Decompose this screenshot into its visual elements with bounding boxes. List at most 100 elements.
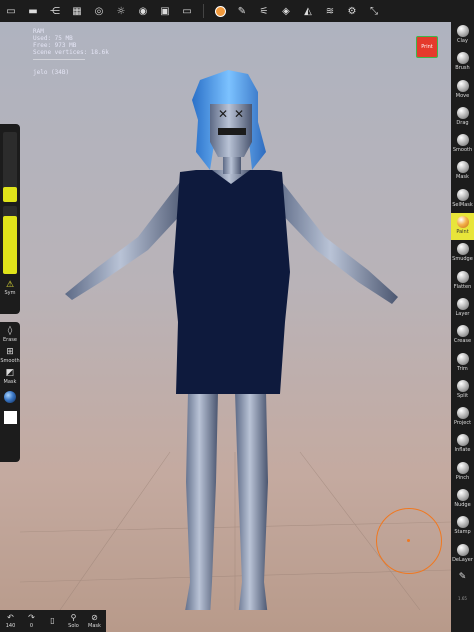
tool-label: Split (456, 392, 469, 399)
tool-selmask[interactable]: SelMask (451, 186, 474, 213)
hide-mask-button[interactable]: ⊘ Mask (84, 613, 105, 629)
matcap-sphere-icon[interactable] (4, 391, 16, 403)
scene-tree-icon[interactable]: ⋲ (45, 1, 65, 21)
solo-button[interactable]: ⚲ Solo (63, 613, 84, 629)
tool-label: Drag (456, 119, 469, 126)
tool-mask[interactable]: Mask (451, 158, 474, 185)
symmetry-icon: ⚠ (5, 280, 15, 290)
symmetry-toggle[interactable]: ⚠ Sym (0, 280, 20, 296)
orange-dot-icon[interactable] (210, 1, 230, 21)
camera-icon[interactable]: ▭ (177, 1, 197, 21)
mask-toggle[interactable]: ◩ Mask (0, 368, 20, 385)
tool-label: Layer (455, 310, 470, 317)
nudge-icon (456, 489, 469, 502)
undo-icon: ↶ (7, 613, 14, 622)
tool-inflate[interactable]: Inflate (451, 431, 474, 458)
tool-clay[interactable]: Clay (451, 22, 474, 49)
tool-label: Trim (457, 365, 468, 372)
dress (173, 170, 290, 394)
droplet-icon: ◊ (7, 326, 13, 336)
selected-object[interactable]: jelo (34B) (33, 69, 109, 76)
tool-label: SelMask (452, 201, 473, 208)
image-icon[interactable]: ▣ (155, 1, 175, 21)
paint-color-swatch[interactable] (3, 411, 17, 424)
sun-icon[interactable]: ☼ (111, 1, 131, 21)
drag-icon (456, 106, 469, 119)
tool-flatten[interactable]: Flatten (451, 268, 474, 295)
stamp-icon (456, 516, 469, 529)
layers-icon[interactable]: ≋ (320, 1, 340, 21)
undo-button[interactable]: ↶ 140 (0, 613, 21, 629)
tool-smooth[interactable]: Smooth (451, 131, 474, 158)
material-icon[interactable]: ◉ (133, 1, 153, 21)
left-arm (65, 182, 188, 300)
tool-brush[interactable]: Brush (451, 49, 474, 76)
ram-label: RAM (33, 28, 44, 35)
print-button[interactable]: Print (416, 36, 438, 58)
tool-trim[interactable]: Trim (451, 350, 474, 377)
tool-crease[interactable]: Crease (451, 322, 474, 349)
tool-project[interactable]: Project (451, 404, 474, 431)
erase-toggle[interactable]: ◊ Erase (0, 326, 20, 343)
tool-label: Mask (456, 174, 469, 181)
3d-viewport[interactable]: ✕ ✕ (20, 22, 451, 610)
tool-label: Stamp (454, 529, 471, 536)
tool-move[interactable]: Move (451, 77, 474, 104)
snapshot-icon[interactable]: ◈ (276, 1, 296, 21)
grid-icon[interactable]: ▦ (67, 1, 87, 21)
magnifier-icon: ⚲ (70, 613, 77, 622)
tool-delayer[interactable]: DeLayer (451, 541, 474, 568)
version-label: 1.65 (458, 596, 467, 602)
mask-square-icon: ◩ (5, 368, 15, 378)
undo-count: 140 (5, 623, 16, 629)
left-toggle-panel: ◊ Erase ⊞ Smooth ◩ Mask (0, 322, 20, 462)
tool-label: Crease (453, 338, 472, 345)
brush-icon (456, 52, 469, 65)
reset-button[interactable]: ▯ (42, 616, 63, 626)
tool-pinch[interactable]: Pinch (451, 459, 474, 486)
tool-split[interactable]: Split (451, 377, 474, 404)
tool-nudge[interactable]: Nudge (451, 486, 474, 513)
inflate-icon (456, 434, 469, 447)
tool-label: Paint (456, 229, 469, 236)
redo-button[interactable]: ↷ 0 (21, 613, 42, 629)
mask-label: Mask (3, 379, 17, 385)
tool-drag[interactable]: Drag (451, 104, 474, 131)
collapse-icon[interactable]: ⤡ (364, 1, 384, 21)
ram-free: Free: 973 MB (33, 42, 77, 49)
tool-smudge[interactable]: Smudge (451, 240, 474, 267)
tool-stamp[interactable]: Stamp (451, 513, 474, 540)
smooth-label: Smooth (0, 358, 20, 364)
left-eye-x: ✕ (218, 107, 228, 121)
tool-label: Move (455, 92, 470, 99)
paint-icon (456, 216, 469, 229)
smooth-toggle[interactable]: ⊞ Smooth (0, 347, 20, 364)
move-icon (456, 79, 469, 92)
pencil-icon: ✎ (458, 571, 467, 582)
smudge-icon (456, 243, 469, 256)
tool-label: DeLayer (452, 556, 473, 563)
files-icon[interactable]: ▭ (1, 1, 21, 21)
brush-cursor-gizmo[interactable] (376, 508, 442, 574)
erase-label: Erase (3, 337, 17, 343)
project-icon (456, 407, 469, 420)
tool-pencil[interactable]: ✎ (451, 568, 474, 595)
solo-label: Solo (68, 623, 79, 629)
target-icon[interactable]: ◎ (89, 1, 109, 21)
right-eye-x: ✕ (234, 107, 244, 121)
settings-icon[interactable]: ⚙ (342, 1, 362, 21)
folder-icon[interactable]: ▬ (23, 1, 43, 21)
tool-layer[interactable]: Layer (451, 295, 474, 322)
brush-settings-icon[interactable]: ⚟ (254, 1, 274, 21)
mouth (218, 128, 246, 135)
symmetry-icon[interactable]: ◭ (298, 1, 318, 21)
right-arm (275, 182, 398, 304)
right-leg (235, 392, 268, 610)
tool-label: Inflate (454, 447, 471, 454)
phone-icon: ▯ (50, 616, 55, 625)
pen-icon[interactable]: ✎ (232, 1, 252, 21)
clay-icon (456, 25, 469, 37)
stats-overlay: RAM Used: 75 MB Free: 973 MB Scene verti… (33, 28, 109, 76)
symmetry-label: Sym (4, 290, 16, 296)
tool-paint[interactable]: Paint (451, 213, 474, 241)
